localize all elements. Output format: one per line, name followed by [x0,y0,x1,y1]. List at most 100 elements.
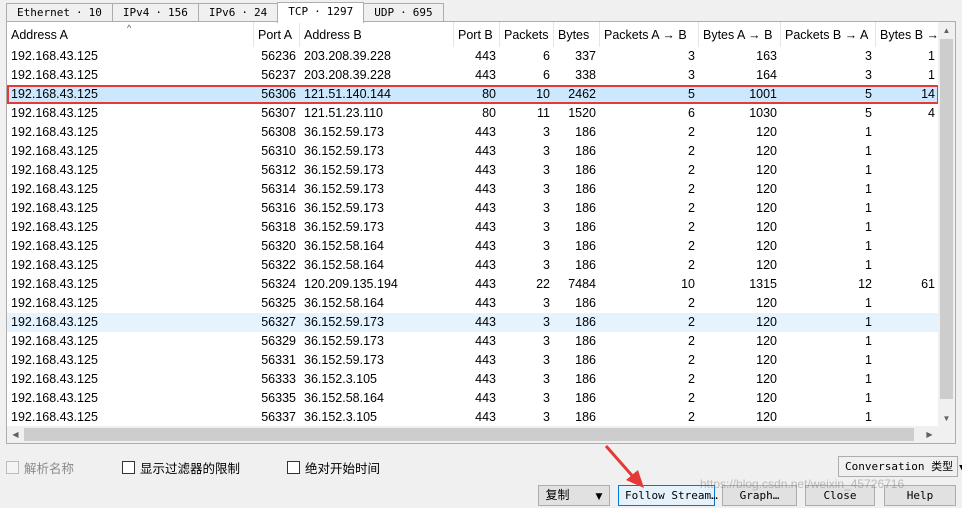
table-cell: 14 [921,87,935,101]
column-header-3[interactable]: Port B [454,22,500,47]
table-row[interactable]: 192.168.43.125 56333 36.152.3.105 443 3 186 2 1… [7,370,939,389]
limit-display-filter-checkbox[interactable]: 显示过滤器的限制 [122,458,240,477]
table-cell: 1 [928,68,935,82]
table-cell: 56312 [261,163,296,177]
column-header-2[interactable]: Address B [300,22,454,47]
table-row[interactable]: 192.168.43.125 56237 203.208.39.228 443 6 338… [7,66,939,85]
scroll-up-icon[interactable]: ▲ [938,22,955,39]
table-cell: 56306 [261,87,296,101]
table-cell: 186 [575,315,596,329]
table-row[interactable]: 192.168.43.125 56320 36.152.58.164 443 3 186 2… [7,237,939,256]
table-cell: 3 [865,49,872,63]
checkbox-box[interactable] [6,461,19,474]
table-row[interactable]: 192.168.43.125 56327 36.152.59.173 443 3 186 2… [7,313,939,332]
table-row[interactable]: 192.168.43.125 56316 36.152.59.173 443 3 186 2… [7,199,939,218]
table-cell: 443 [475,315,496,329]
tab-count: 24 [253,6,268,19]
table-row[interactable]: 192.168.43.125 56308 36.152.59.173 443 3 186 2… [7,123,939,142]
table-cell: 36.152.59.173 [304,334,384,348]
checkbox-box[interactable] [287,461,300,474]
column-header-7[interactable]: Bytes A → B [699,22,781,47]
table-row[interactable]: 192.168.43.125 56236 203.208.39.228 443 6 337… [7,47,939,66]
table-cell: 36.152.59.173 [304,353,384,367]
table-row[interactable]: 192.168.43.125 56306 121.51.140.144 80 10 246… [7,85,939,104]
scroll-down-icon[interactable]: ▼ [938,410,955,427]
table-cell: 443 [475,277,496,291]
table-cell: 120 [756,239,777,253]
absolute-start-time-checkbox[interactable]: 绝对开始时间 [287,458,380,477]
table-cell: 2 [688,315,695,329]
table-row[interactable]: 192.168.43.125 56329 36.152.59.173 443 3 186 2… [7,332,939,351]
conversation-type-button[interactable]: Conversation 类型 ▼ [838,456,962,477]
table-cell: 2 [688,296,695,310]
table-cell: 3 [543,125,550,139]
resolve-names-checkbox[interactable]: 解析名称 [6,458,74,477]
table-cell: 192.168.43.125 [11,68,98,82]
table-cell: 443 [475,220,496,234]
table-row[interactable]: 192.168.43.125 56324 120.209.135.194 443 22 7… [7,275,939,294]
table-cell: 192.168.43.125 [11,353,98,367]
table-cell: 36.152.59.173 [304,220,384,234]
table-cell: 120 [756,163,777,177]
scroll-left-icon[interactable]: ◀ [7,426,24,443]
resolve-names-label: 解析名称 [24,462,75,476]
table-cell: 56324 [261,277,296,291]
table-cell: 22 [536,277,550,291]
table-cell: 120 [756,353,777,367]
table-cell: 1315 [749,277,777,291]
table-cell: 443 [475,334,496,348]
tab-ethernet[interactable]: Ethernet · 10 [6,3,113,22]
table-cell: 2 [688,353,695,367]
table-row[interactable]: 192.168.43.125 56310 36.152.59.173 443 3 186 2… [7,142,939,161]
table-cell: 36.152.59.173 [304,182,384,196]
table-cell: 192.168.43.125 [11,410,98,424]
table-row[interactable]: 192.168.43.125 56314 36.152.59.173 443 3 186 2… [7,180,939,199]
table-cell: 120 [756,315,777,329]
horizontal-scrollbar[interactable]: ◀ ▶ [7,426,938,443]
table-cell: 192.168.43.125 [11,391,98,405]
table-cell: 1 [865,334,872,348]
vertical-scrollbar[interactable]: ▲ ▼ [938,22,955,427]
table-cell: 2 [688,372,695,386]
column-header-0[interactable]: Address A ^ [7,22,254,47]
table-row[interactable]: 192.168.43.125 56337 36.152.3.105 443 3 186 2 1… [7,408,939,427]
column-header-label: Address A [11,28,68,42]
checkbox-box[interactable] [122,461,135,474]
column-header-6[interactable]: Packets A → B [600,22,699,47]
tab-ipv4[interactable]: IPv4 · 156 [111,3,199,22]
tab-ipv6[interactable]: IPv6 · 24 [197,3,279,22]
column-header-9[interactable]: Bytes B → [876,22,939,47]
scroll-right-icon[interactable]: ▶ [921,426,938,443]
table-cell: 56237 [261,68,296,82]
table-cell: 36.152.59.173 [304,315,384,329]
table-row[interactable]: 192.168.43.125 56322 36.152.58.164 443 3 186 2… [7,256,939,275]
tab-tcp[interactable]: TCP · 1297 [277,2,365,23]
sort-ascending-icon: ^ [127,23,132,33]
table-cell [876,389,939,408]
tab-udp[interactable]: UDP · 695 [363,3,444,22]
column-header-1[interactable]: Port A [254,22,300,47]
column-header-5[interactable]: Bytes [554,22,600,47]
table-cell: 192.168.43.125 [11,277,98,291]
table-cell [876,237,939,256]
table-row[interactable]: 192.168.43.125 56307 121.51.23.110 80 11 1520… [7,104,939,123]
table-cell: 186 [575,296,596,310]
table-row[interactable]: 192.168.43.125 56318 36.152.59.173 443 3 186 2… [7,218,939,237]
tab-count: 10 [88,6,102,19]
table-cell: 11 [537,106,550,120]
column-header-label: Port A [258,28,293,42]
table-row[interactable]: 192.168.43.125 56325 36.152.58.164 443 3 186 2… [7,294,939,313]
table-cell: 3 [543,391,550,405]
table-row[interactable]: 192.168.43.125 56331 36.152.59.173 443 3 186 2… [7,351,939,370]
table-row[interactable]: 192.168.43.125 56312 36.152.59.173 443 3 186 2… [7,161,939,180]
table-cell: 186 [575,372,596,386]
tab-separator: · [241,6,248,19]
table-cell: 186 [575,220,596,234]
table-cell: 186 [575,125,596,139]
table-row[interactable]: 192.168.43.125 56335 36.152.58.164 443 3 186 2… [7,389,939,408]
table-cell: 120 [756,410,777,424]
vertical-scroll-thumb[interactable] [940,39,953,399]
column-header-8[interactable]: Packets B → A [781,22,876,47]
column-header-4[interactable]: Packets [500,22,554,47]
horizontal-scroll-thumb[interactable] [24,428,914,441]
